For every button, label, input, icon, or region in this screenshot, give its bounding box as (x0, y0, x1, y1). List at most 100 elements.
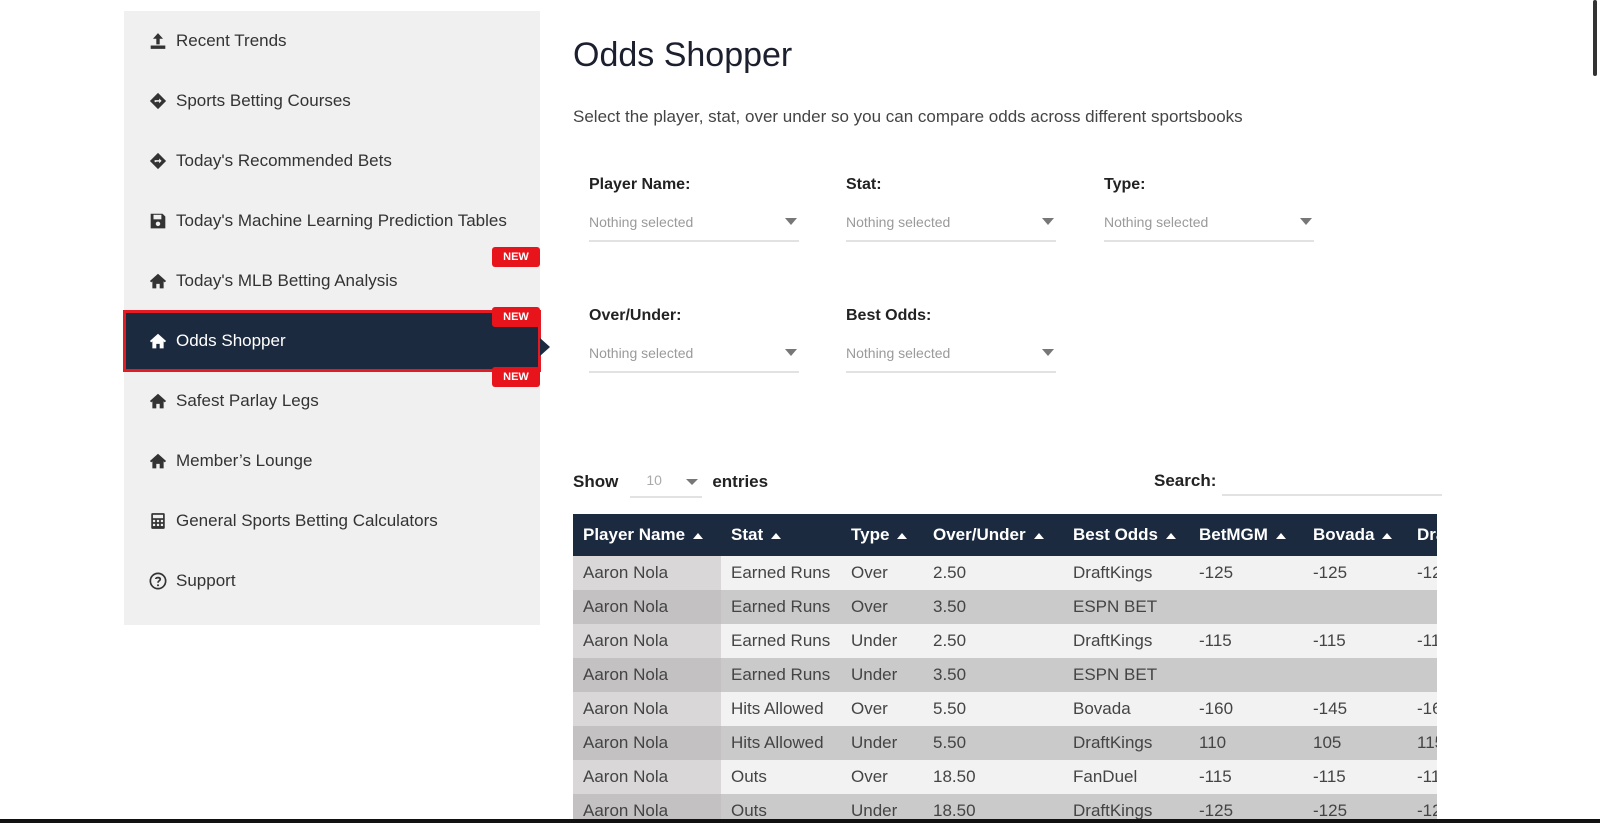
table-cell: 5.50 (923, 692, 1063, 726)
sidebar-item-recent-trends[interactable]: Recent Trends (124, 11, 540, 71)
column-header[interactable]: BetMGM (1189, 514, 1303, 556)
caret-down-icon (1300, 218, 1312, 225)
table-cell: Over (841, 556, 923, 590)
sidebar-item-label: Recent Trends (176, 31, 287, 50)
new-badge: NEW (492, 247, 540, 267)
upload-icon (148, 31, 168, 51)
home-icon (148, 391, 168, 411)
table-cell: 110 (1189, 726, 1303, 760)
table-cell (1303, 590, 1407, 624)
table-cell: Aaron Nola (573, 760, 721, 794)
filter-type: Type: Nothing selected (1104, 176, 1314, 242)
sidebar-item-support[interactable]: Support (124, 551, 540, 611)
filter-label: Over/Under: (589, 307, 682, 324)
caret-down-icon (785, 218, 797, 225)
column-header-label: Bovada (1313, 525, 1375, 544)
filter-label: Player Name: (589, 176, 691, 193)
best-odds-select[interactable]: Nothing selected (846, 345, 1056, 373)
show-label: Show (573, 472, 619, 491)
caret-down-icon (1042, 349, 1054, 356)
filter-over-under: Over/Under: Nothing selected (589, 307, 799, 373)
column-header-label: Over/Under (933, 525, 1026, 544)
table-cell: -115 (1303, 624, 1407, 658)
caret-down-icon (686, 479, 699, 485)
sort-ascending-icon (771, 532, 782, 539)
column-header[interactable]: Stat (721, 514, 841, 556)
table-cell: -115 (1189, 760, 1303, 794)
sidebar-item-label: Odds Shopper (176, 331, 286, 350)
sidebar-item-label: Today's Machine Learning Prediction Tabl… (176, 211, 507, 230)
column-header[interactable]: Type (841, 514, 923, 556)
sort-ascending-icon (1166, 532, 1177, 539)
new-badge: NEW (492, 367, 540, 387)
sidebar-item-today-s-mlb-betting-analysis[interactable]: Today's MLB Betting Analysis (124, 251, 540, 311)
odds-table: Player Name Stat Type Over/Under Best Odds Be… (573, 514, 1437, 823)
column-header[interactable]: Bovada (1303, 514, 1407, 556)
table-cell: 2.50 (923, 624, 1063, 658)
table-cell: 5.50 (923, 726, 1063, 760)
over-under-select[interactable]: Nothing selected (589, 345, 799, 373)
table-cell: Hits Allowed (721, 726, 841, 760)
column-header-label: BetMGM (1199, 525, 1268, 544)
table-cell: -145 (1303, 692, 1407, 726)
entries-control: Show 10 entries (573, 466, 768, 498)
filter-label: Type: (1104, 176, 1146, 193)
table-cell: -115 (1407, 760, 1437, 794)
save-icon (148, 211, 168, 231)
sidebar-item-label: Sports Betting Courses (176, 91, 351, 110)
diamond-sign-icon (148, 91, 168, 111)
calculator-icon (148, 511, 168, 531)
sidebar-item-sports-betting-courses[interactable]: Sports Betting Courses (124, 71, 540, 131)
table-row: Aaron Nola Hits Allowed Over 5.50 Bovada -160… (573, 692, 1437, 726)
table-cell: 3.50 (923, 590, 1063, 624)
table-row: Aaron Nola Earned Runs Under 2.50 DraftKings… (573, 624, 1437, 658)
sidebar-item-today-s-machine-learning-prediction-tables[interactable]: Today's Machine Learning Prediction Tabl… (124, 191, 540, 251)
table-cell: -115 (1189, 624, 1303, 658)
table-cell: Aaron Nola (573, 726, 721, 760)
table-cell: -125 (1303, 556, 1407, 590)
column-header[interactable]: Over/Under (923, 514, 1063, 556)
sidebar-item-label: Today's Recommended Bets (176, 151, 392, 170)
entries-select[interactable]: 10 (630, 466, 703, 498)
table-header-row: Player Name Stat Type Over/Under Best Odds Be… (573, 514, 1437, 556)
column-header-label: Stat (731, 525, 764, 544)
table-row: Aaron Nola Outs Over 18.50 FanDuel -115 -115 -1… (573, 760, 1437, 794)
bottom-edge (0, 819, 1600, 823)
filter-label: Best Odds: (846, 307, 932, 324)
select-value: Nothing selected (846, 345, 951, 361)
table-row: Aaron Nola Earned Runs Over 3.50 ESPN BET (573, 590, 1437, 624)
table-cell: FanDuel (1063, 760, 1189, 794)
sidebar-nav: Recent Trends Sports Betting Courses Today… (123, 11, 541, 625)
new-badge: NEW (492, 307, 540, 327)
sidebar-item-safest-parlay-legs[interactable]: Safest Parlay Legs (124, 371, 540, 431)
entries-value: 10 (646, 472, 662, 488)
sidebar-item-today-s-recommended-bets[interactable]: Today's Recommended Bets (124, 131, 540, 191)
table-cell: 2.50 (923, 556, 1063, 590)
sidebar-item-label: General Sports Betting Calculators (176, 511, 438, 530)
table-cell: DraftKings (1063, 624, 1189, 658)
table-cell: Earned Runs (721, 624, 841, 658)
filter-best-odds: Best Odds: Nothing selected (846, 307, 1056, 373)
search-input[interactable] (1222, 466, 1443, 496)
sidebar-item-general-sports-betting-calculators[interactable]: General Sports Betting Calculators (124, 491, 540, 551)
table-cell: Aaron Nola (573, 692, 721, 726)
table-cell: DraftKings (1063, 726, 1189, 760)
sort-ascending-icon (1382, 532, 1393, 539)
page-scrollbar[interactable] (1588, 0, 1600, 823)
caret-down-icon (1042, 218, 1054, 225)
table-cell: -125 (1407, 556, 1437, 590)
sidebar-item-member-s-lounge[interactable]: Member’s Lounge (124, 431, 540, 491)
column-header[interactable]: Best Odds (1063, 514, 1189, 556)
column-header[interactable]: Player Name (573, 514, 721, 556)
type-select[interactable]: Nothing selected (1104, 214, 1314, 242)
sidebar-item-odds-shopper[interactable]: Odds Shopper (123, 310, 541, 372)
table-cell: 18.50 (923, 760, 1063, 794)
stat-select[interactable]: Nothing selected (846, 214, 1056, 242)
question-circle-icon (148, 571, 168, 591)
scrollbar-thumb[interactable] (1593, 0, 1597, 76)
column-header[interactable]: DraftKings (1407, 514, 1437, 556)
player-name-select[interactable]: Nothing selected (589, 214, 799, 242)
sort-ascending-icon (897, 532, 908, 539)
table-cell: -160 (1407, 692, 1437, 726)
table-cell: 105 (1303, 726, 1407, 760)
